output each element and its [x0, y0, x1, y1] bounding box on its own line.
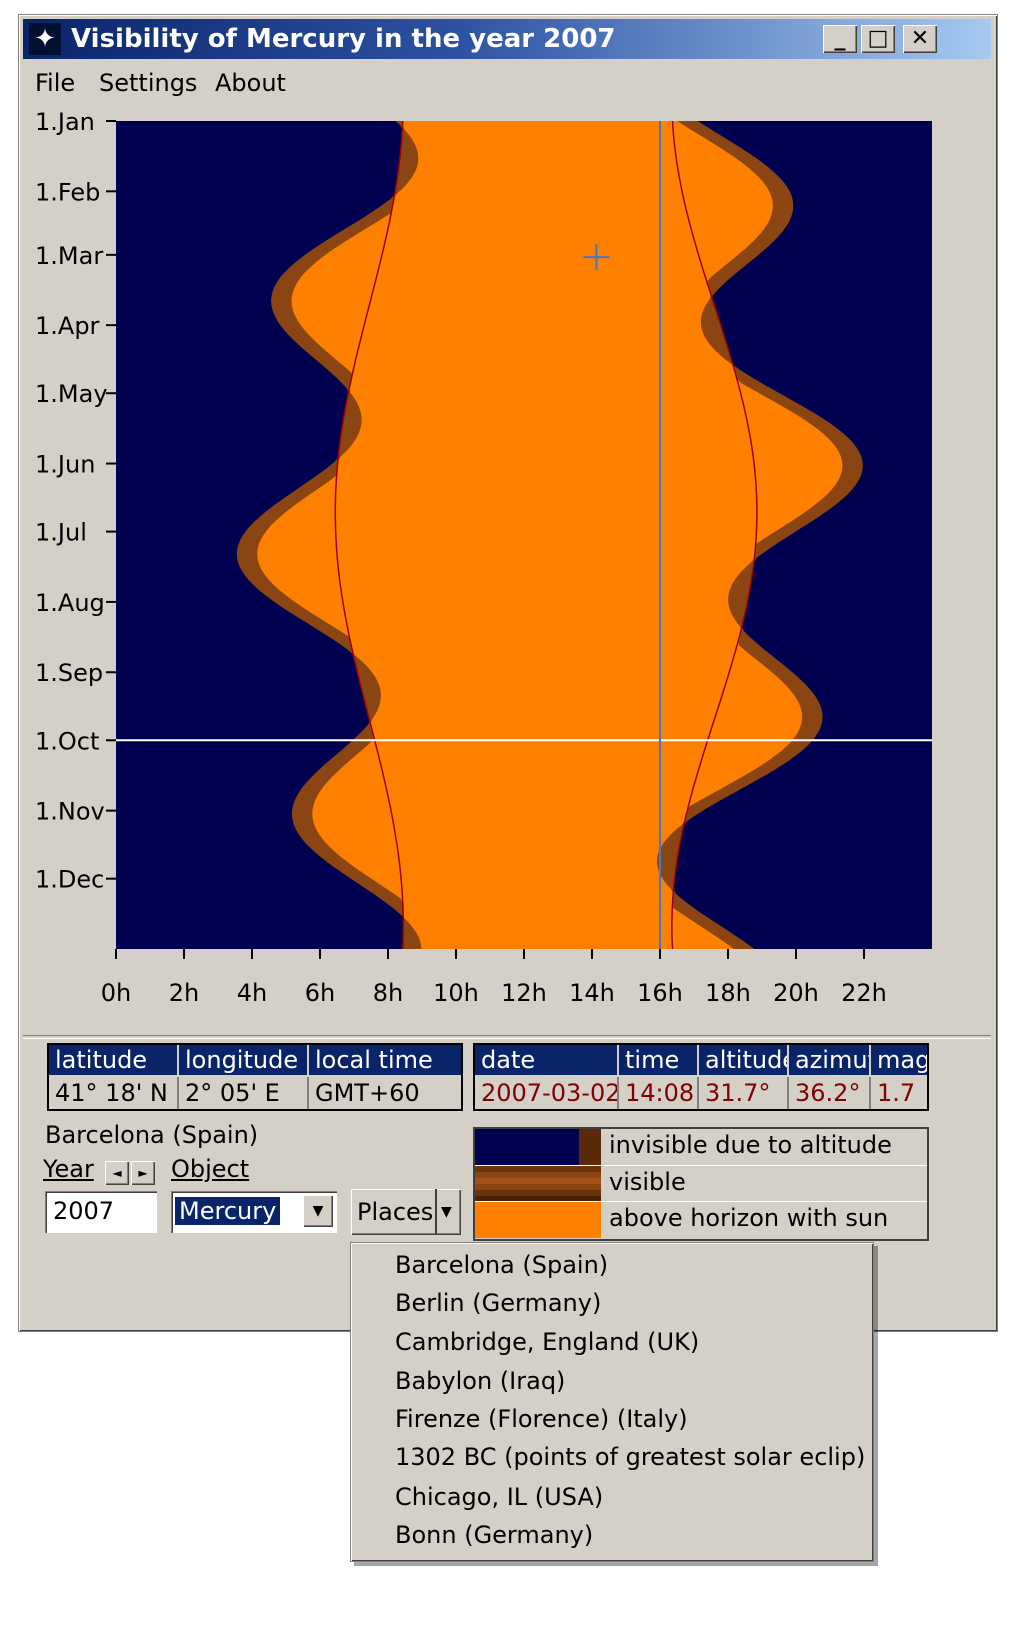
y-tick-label: 1.Jun [35, 451, 95, 479]
window-title: Visibility of Mercury in the year 2007 [71, 24, 616, 54]
y-tick-label: 1.Jul [35, 519, 87, 547]
value-altitude: 31.7° [699, 1077, 789, 1109]
x-tick-label: 6h [305, 979, 335, 1007]
x-tick-label: 10h [433, 979, 479, 1007]
y-tick-label: 1.Feb [35, 178, 100, 206]
legend-item-sun: above horizon with sun [475, 1201, 927, 1238]
header-azimut: azimut [789, 1045, 871, 1075]
value-date: 2007-03-02 [475, 1077, 619, 1109]
legend-label-visible: visible [609, 1168, 686, 1196]
legend-label-invisible: invisible due to altitude [609, 1131, 892, 1159]
y-tick-label: 1.Dec [35, 866, 104, 894]
object-select[interactable]: Mercury ▼ [171, 1191, 337, 1233]
minimize-icon[interactable]: _ [823, 25, 857, 53]
value-local-time: GMT+60 [315, 1079, 420, 1107]
year-increment-button[interactable]: ► [131, 1161, 155, 1185]
value-mag: 1.7 [877, 1079, 916, 1107]
app-window: ✦ Visibility of Mercury in the year 2007… [18, 14, 998, 1332]
header-longitude: longitude [179, 1045, 309, 1075]
x-tick-label: 20h [773, 979, 819, 1007]
title-bar[interactable]: ✦ Visibility of Mercury in the year 2007… [23, 19, 991, 59]
y-tick-label: 1.Apr [35, 312, 100, 340]
legend-swatch-visible [475, 1166, 601, 1202]
header-altitude: altitude [699, 1045, 789, 1075]
object-select-value: Mercury [173, 1196, 282, 1226]
value-longitude: 2° 05' E [179, 1077, 309, 1109]
y-tick-label: 1.Sep [35, 659, 103, 687]
places-menu-item[interactable]: Barcelona (Spain) [395, 1251, 608, 1279]
legend-item-visible: visible [475, 1165, 927, 1202]
legend-swatch-sun [475, 1202, 601, 1238]
separator [23, 1035, 991, 1039]
close-icon[interactable]: ✕ [903, 25, 937, 53]
value-time: 14:08 [619, 1077, 699, 1109]
maximize-icon[interactable]: □ [861, 25, 895, 53]
chevron-down-icon[interactable]: ▼ [303, 1195, 333, 1227]
info-table: date time altitude azimut mag 2007-03-02… [473, 1043, 929, 1111]
legend-item-invisible: invisible due to altitude [475, 1129, 927, 1165]
places-chevron-down-icon[interactable]: ▼ [441, 1189, 452, 1235]
year-decrement-button[interactable]: ◄ [105, 1161, 129, 1185]
y-tick-label: 1.Oct [35, 727, 99, 755]
y-tick-label: 1.Aug [35, 589, 105, 617]
places-menu-item[interactable]: 1302 BC (points of greatest solar eclip) [395, 1443, 865, 1471]
header-mag: mag [871, 1045, 927, 1075]
places-menu-item[interactable]: Babylon (Iraq) [395, 1367, 565, 1395]
legend-swatch-invisible [475, 1129, 601, 1165]
x-tick-label: 2h [169, 979, 199, 1007]
places-menu-item[interactable]: Firenze (Florence) (Italy) [395, 1405, 688, 1433]
x-tick-label: 12h [501, 979, 547, 1007]
x-tick-label: 22h [841, 979, 887, 1007]
menu-settings[interactable]: Settings [99, 69, 197, 97]
places-menu-item[interactable]: Cambridge, England (UK) [395, 1328, 699, 1356]
header-latitude: latitude [49, 1045, 179, 1075]
y-tick-label: 1.May [35, 380, 108, 408]
object-label: Object [171, 1155, 250, 1183]
legend-label-sun: above horizon with sun [609, 1204, 889, 1232]
menu-file[interactable]: File [35, 69, 75, 97]
place-label: Barcelona (Spain) [45, 1121, 259, 1149]
places-menu-item[interactable]: Berlin (Germany) [395, 1289, 601, 1317]
x-tick-label: 4h [237, 979, 267, 1007]
y-tick-label: 1.Nov [35, 798, 105, 826]
places-button[interactable]: Places ▼ [351, 1189, 461, 1235]
location-table: latitude longitude local time 41° 18' N … [47, 1043, 463, 1111]
arrow-right-icon: ► [138, 1166, 148, 1180]
value-latitude: 41° 18' N [49, 1077, 179, 1109]
value-azimut: 36.2° [789, 1077, 871, 1109]
places-dropdown-menu: Barcelona (Spain) Berlin (Germany) Cambr… [350, 1242, 874, 1562]
star-icon[interactable]: ✦ [29, 23, 61, 55]
places-menu-item[interactable]: Bonn (Germany) [395, 1521, 593, 1549]
x-tick-label: 8h [373, 979, 403, 1007]
year-label: Year [43, 1155, 94, 1183]
visibility-chart[interactable]: 1.Jan 1.Feb 1.Mar 1.Apr 1.May 1.Jun 1.Jul 1.Aug… [19, 107, 997, 1033]
x-tick-label: 0h [101, 979, 131, 1007]
x-tick-label: 16h [637, 979, 683, 1007]
arrow-left-icon: ◄ [112, 1166, 122, 1180]
header-local-time: local time [309, 1045, 461, 1075]
x-tick-label: 14h [569, 979, 615, 1007]
menu-about[interactable]: About [215, 69, 286, 97]
y-tick-label: 1.Jan [35, 108, 95, 136]
legend: invisible due to altitude visible above … [473, 1127, 929, 1241]
year-input[interactable]: 2007 [45, 1191, 157, 1233]
places-button-label: Places [357, 1198, 434, 1226]
header-time: time [619, 1045, 699, 1075]
places-menu-item[interactable]: Chicago, IL (USA) [395, 1483, 603, 1511]
y-tick-label: 1.Mar [35, 242, 103, 270]
x-tick-label: 18h [705, 979, 751, 1007]
header-date: date [475, 1045, 619, 1075]
